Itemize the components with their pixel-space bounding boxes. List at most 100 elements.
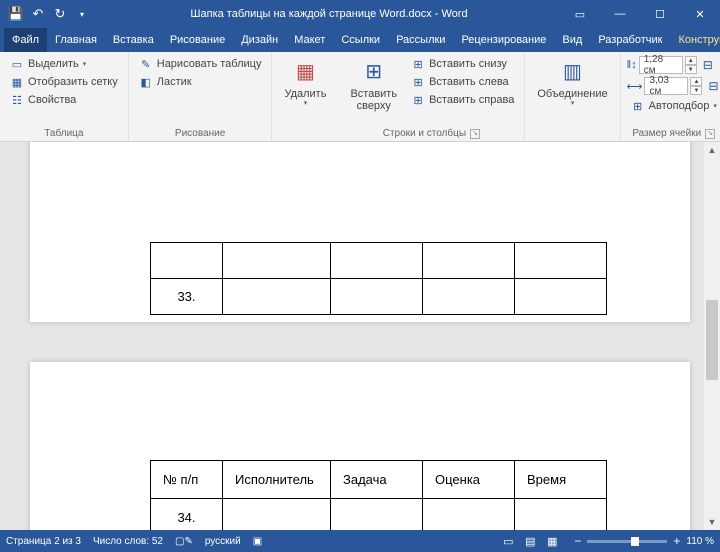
status-words[interactable]: Число слов: 52 [93,536,163,547]
status-page[interactable]: Страница 2 из 3 [6,536,81,547]
autofit-button[interactable]: ⊞Автоподбор▾ [627,98,720,114]
redo-icon[interactable]: ↻ [52,6,68,22]
merge-button[interactable]: ▥ Объединение ▾ [531,56,613,108]
gridlines-icon: ▦ [10,75,24,89]
vertical-scrollbar[interactable]: ▲ ▼ [704,142,720,530]
view-web-icon[interactable]: ▦ [542,533,562,549]
cell[interactable] [423,499,515,531]
header-performer[interactable]: Исполнитель [223,461,331,499]
cell[interactable] [331,243,423,279]
statusbar: Страница 2 из 3 Число слов: 52 ▢✎ русски… [0,530,720,552]
width-up[interactable]: ▲ [690,77,702,86]
window-controls: ▭ — ☐ ✕ [560,0,720,28]
scroll-track[interactable] [704,158,720,514]
tab-file[interactable]: Файл [4,28,47,52]
draw-table-button[interactable]: ✎Нарисовать таблицу [135,56,266,72]
gridlines-button[interactable]: ▦Отобразить сетку [6,74,122,90]
scroll-up-button[interactable]: ▲ [704,142,720,158]
delete-button[interactable]: ▦ Удалить ▾ [278,56,332,108]
cell[interactable] [423,279,515,315]
tab-design[interactable]: Дизайн [233,28,286,52]
merge-label: Объединение [537,88,607,100]
table-row[interactable]: 34. [151,499,607,531]
cell[interactable] [515,279,607,315]
cell[interactable] [331,499,423,531]
insert-left-button[interactable]: ⊞Вставить слева [407,74,518,90]
save-icon[interactable]: 💾 [8,6,24,22]
insert-below-button[interactable]: ⊞Вставить снизу [407,56,518,72]
insert-right-button[interactable]: ⊞Вставить справа [407,92,518,108]
cell-num[interactable]: 33. [151,279,223,315]
tab-view[interactable]: Вид [554,28,590,52]
scroll-thumb[interactable] [706,300,718,380]
distribute-cols-icon[interactable]: ⊟ [708,79,718,93]
zoom-slider[interactable] [587,540,667,543]
tab-review[interactable]: Рецензирование [453,28,554,52]
select-button[interactable]: ▭Выделить▾ [6,56,122,72]
cell[interactable] [331,279,423,315]
cell[interactable] [423,243,515,279]
group-table-label: Таблица [44,128,83,139]
group-cell-size-label: Размер ячейки [632,128,701,139]
rows-cols-dialog-launcher[interactable]: ↘ [470,129,480,139]
status-language[interactable]: русский [205,536,241,547]
cell[interactable] [515,243,607,279]
cell-num[interactable] [151,243,223,279]
row-height-control[interactable]: ‖↕ 1,28 см ▲▼ ⊟ [627,56,720,74]
height-down[interactable]: ▼ [685,65,697,74]
tab-layout[interactable]: Макет [286,28,333,52]
tab-draw[interactable]: Рисование [162,28,233,52]
zoom-thumb[interactable] [631,537,639,546]
tab-insert[interactable]: Вставка [105,28,162,52]
page-2[interactable]: № п/п Исполнитель Задача Оценка Время 34… [30,362,690,530]
row-height-value[interactable]: 1,28 см [639,56,683,74]
col-width-control[interactable]: ⟷ 3,03 см ▲▼ ⊟ [627,77,720,95]
tab-mailings[interactable]: Рассылки [388,28,453,52]
zoom-out-button[interactable]: − [574,534,581,548]
delete-icon: ▦ [291,58,319,86]
zoom-value[interactable]: 110 % [686,536,714,547]
view-read-icon[interactable]: ▭ [498,533,518,549]
table-page-2[interactable]: № п/п Исполнитель Задача Оценка Время 34… [150,460,607,530]
undo-icon[interactable]: ↶ [30,6,46,22]
status-spellcheck-icon[interactable]: ▢✎ [175,536,193,547]
tab-references[interactable]: Ссылки [333,28,388,52]
width-down[interactable]: ▼ [690,86,702,95]
height-up[interactable]: ▲ [685,56,697,65]
tab-table-design[interactable]: Конструктор [670,28,720,52]
ribbon-options-icon[interactable]: ▭ [560,0,600,28]
tab-home[interactable]: Главная [47,28,105,52]
col-width-value[interactable]: 3,03 см [644,77,688,95]
properties-button[interactable]: ☷Свойства [6,92,122,108]
cell-num[interactable]: 34. [151,499,223,531]
minimize-button[interactable]: — [600,0,640,28]
table-page-1[interactable]: 33. [150,242,607,315]
cell[interactable] [515,499,607,531]
table-row[interactable]: 33. [151,279,607,315]
header-time[interactable]: Время [515,461,607,499]
maximize-button[interactable]: ☐ [640,0,680,28]
page-1[interactable]: 33. [30,142,690,322]
header-grade[interactable]: Оценка [423,461,515,499]
cell[interactable] [223,499,331,531]
insert-above-button[interactable]: ⊞ Вставить сверху [344,56,403,112]
close-button[interactable]: ✕ [680,0,720,28]
quick-access-toolbar: 💾 ↶ ↻ ▾ [0,6,98,22]
table-row[interactable] [151,243,607,279]
view-print-icon[interactable]: ▤ [520,533,540,549]
cell[interactable] [223,243,331,279]
scroll-down-button[interactable]: ▼ [704,514,720,530]
qat-customize-icon[interactable]: ▾ [74,6,90,22]
header-task[interactable]: Задача [331,461,423,499]
table-header-row[interactable]: № п/п Исполнитель Задача Оценка Время [151,461,607,499]
distribute-rows-icon[interactable]: ⊟ [703,58,713,72]
select-icon: ▭ [10,57,24,71]
header-num[interactable]: № п/п [151,461,223,499]
document-area[interactable]: 33. № п/п Исполнитель Задача Оценка Врем… [0,142,704,530]
eraser-button[interactable]: ◧Ластик [135,74,266,90]
cell-size-dialog-launcher[interactable]: ↘ [705,129,715,139]
zoom-in-button[interactable]: + [673,534,680,548]
tab-developer[interactable]: Разработчик [590,28,670,52]
status-macro-icon[interactable]: ▣ [253,536,262,547]
cell[interactable] [223,279,331,315]
